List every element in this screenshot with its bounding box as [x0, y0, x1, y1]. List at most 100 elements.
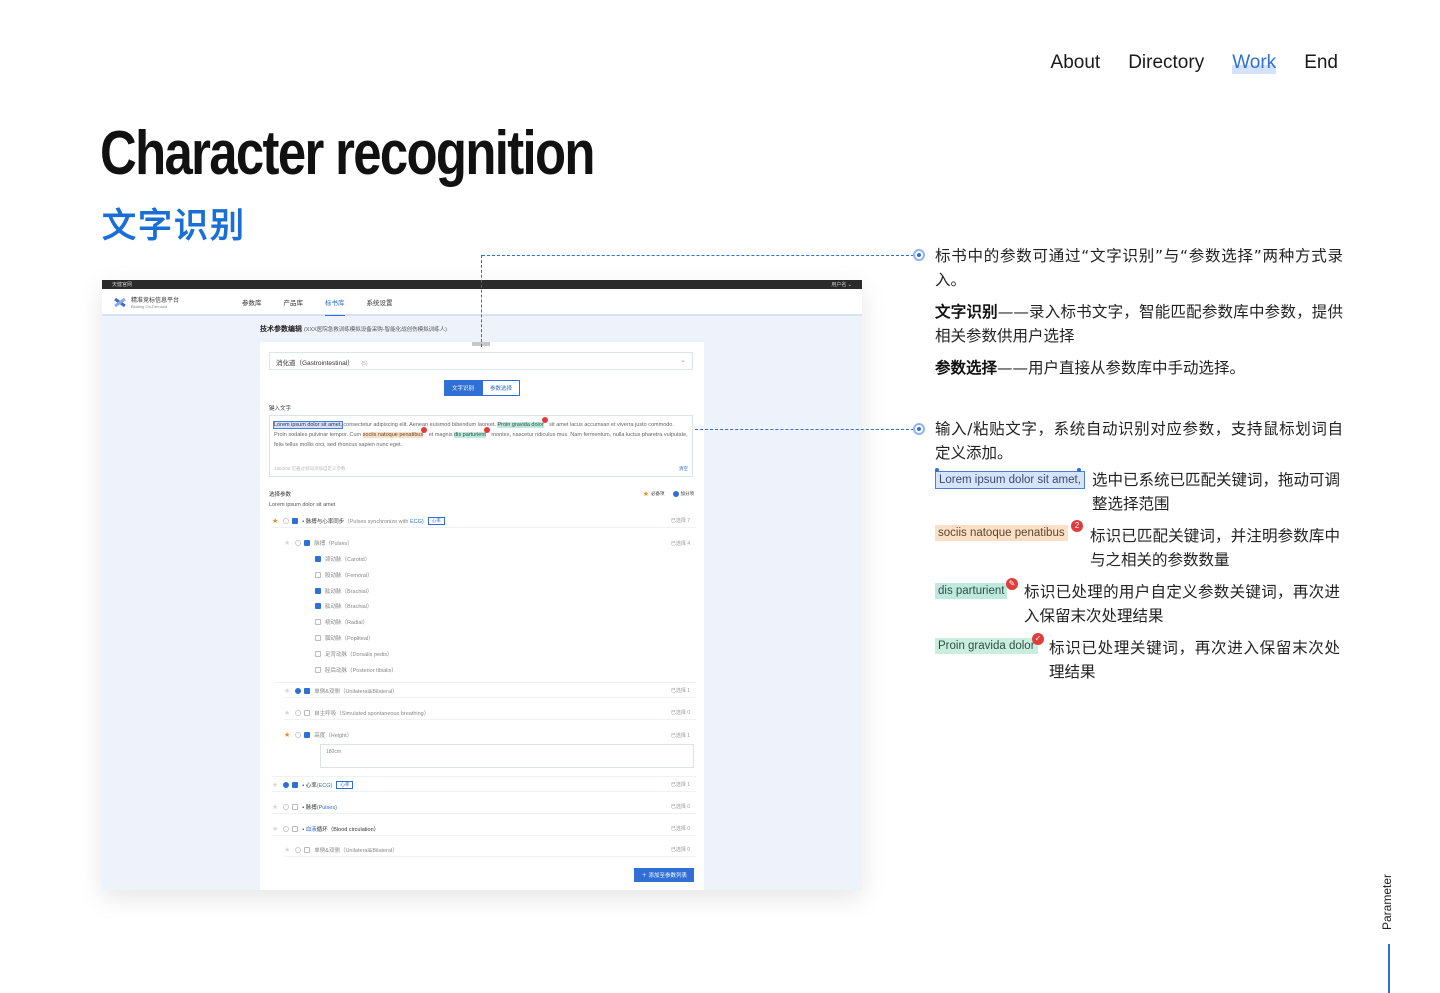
- page-subtitle: 文字识别: [102, 206, 246, 246]
- param-row[interactable]: ★ 单侧&双侧（Unilateral&Bilateral） 已选择 1: [284, 684, 696, 698]
- star-icon[interactable]: ★: [284, 687, 290, 695]
- star-icon[interactable]: ★: [272, 803, 278, 811]
- row-checkbox[interactable]: [304, 846, 311, 853]
- app-tab-products[interactable]: 产品库: [284, 288, 304, 316]
- row-checkbox[interactable]: [315, 619, 321, 625]
- row-checkbox[interactable]: [304, 732, 311, 738]
- bonus-radio[interactable]: [295, 709, 302, 716]
- tab-param-select[interactable]: 参数选择: [482, 380, 521, 396]
- param-row[interactable]: ★ • 心率(ECG) 心率 已选择 1: [272, 778, 696, 792]
- param-subrow[interactable]: 胫后动脉（Posterior tibialis）: [315, 663, 696, 677]
- star-icon[interactable]: ★: [284, 731, 290, 739]
- anchor-pin-icon: [913, 423, 925, 435]
- row-checkbox[interactable]: [315, 572, 321, 578]
- dot-icon: [672, 490, 679, 497]
- bonus-radio[interactable]: [295, 732, 302, 738]
- row-checkbox[interactable]: [304, 540, 311, 546]
- side-accent-line: [1388, 944, 1390, 993]
- bonus-radio[interactable]: [295, 540, 302, 546]
- check-badge-icon: [541, 417, 548, 423]
- bonus-radio[interactable]: [283, 781, 290, 788]
- app-tab-settings[interactable]: 系统设置: [367, 288, 393, 316]
- selection-handle-icon: [935, 468, 939, 472]
- row-checkbox[interactable]: [315, 651, 321, 657]
- row-checkbox[interactable]: [315, 556, 321, 562]
- param-row[interactable]: ★ • 血液循环（Blood circulation） 已选择 0: [272, 822, 696, 836]
- row-checkbox[interactable]: [315, 588, 321, 594]
- star-icon[interactable]: ★: [272, 825, 278, 833]
- selected-count: 已选择 0: [670, 847, 690, 853]
- app-tab-bids[interactable]: 标书库: [325, 288, 345, 316]
- star-icon[interactable]: ★: [272, 517, 278, 525]
- row-checkbox[interactable]: [292, 781, 299, 788]
- selected-keyword[interactable]: Lorem ipsum dolor sit amet,: [273, 421, 343, 429]
- app-mockup: 天健官网 用户名 ⌄ 精准竞标信息平台 Bidding On-Demand 参数…: [102, 280, 862, 890]
- check-icon: ✓: [1032, 633, 1044, 645]
- row-checkbox[interactable]: [292, 517, 299, 524]
- bonus-radio[interactable]: [283, 517, 290, 524]
- bonus-radio[interactable]: [295, 687, 302, 694]
- top-nav: About Directory Work End: [1051, 52, 1338, 74]
- param-subrow[interactable]: 肱动脉（Brachial）: [315, 584, 696, 598]
- star-icon[interactable]: ★: [284, 539, 290, 547]
- param-row[interactable]: ★ 脉搏（Pulses） 已选择 4: [284, 536, 696, 550]
- row-checkbox[interactable]: [304, 687, 311, 694]
- category-select[interactable]: 消化道（Gastrointestinal） (5) ⌄: [269, 352, 693, 370]
- param-row[interactable]: ★ 高度（Height） 已选择 1: [284, 728, 696, 742]
- param-subrow[interactable]: 足背动脉（Dorsalis pedis）: [315, 647, 696, 661]
- tab-text-recognition[interactable]: 文字识别: [444, 380, 483, 396]
- annotation-intro: 标书中的参数可通过“文字识别”与“参数选择”两种方式录入。: [935, 247, 1343, 289]
- bonus-radio[interactable]: [295, 846, 302, 853]
- clear-button[interactable]: 清空: [679, 464, 688, 474]
- row-checkbox[interactable]: [292, 825, 299, 832]
- param-subrow[interactable]: 肱动脉（Brachial）: [315, 599, 696, 613]
- annotation-input: 输入/粘贴文字，系统自动识别对应参数，支持鼠标划词自定义添加。: [935, 420, 1343, 462]
- bonus-radio[interactable]: [283, 825, 290, 832]
- row-tag: 心率: [336, 780, 354, 789]
- star-icon[interactable]: ★: [284, 709, 290, 717]
- nav-work[interactable]: Work: [1232, 52, 1277, 74]
- section-title: 技术参数编辑 (XXX医院急救训练模拟设备采购-智能化战创伤模拟训练人): [260, 326, 447, 333]
- row-checkbox[interactable]: [315, 667, 321, 673]
- param-subrow[interactable]: 腘动脉（Popliteal）: [315, 631, 696, 645]
- bonus-radio[interactable]: [283, 803, 290, 810]
- keyword-processed-desc: 标识已处理关键词，再次进入保留末次处理结果: [1049, 639, 1340, 681]
- star-icon[interactable]: ★: [284, 846, 290, 854]
- topbar-user[interactable]: 用户名 ⌄: [831, 281, 852, 288]
- connector-line: [695, 429, 914, 430]
- param-row[interactable]: ★ 自主呼吸（Simulated spontaneous breathing） …: [284, 706, 696, 720]
- param-row[interactable]: ★ • 脉搏(Pulses) 已选择 0: [272, 800, 696, 814]
- text-input-area[interactable]: Lorem ipsum dolor sit amet, consectetur …: [269, 415, 693, 477]
- processed-keyword[interactable]: Proin gravida dolor: [497, 422, 544, 428]
- nav-directory[interactable]: Directory: [1128, 52, 1204, 74]
- matched-keyword[interactable]: sociis natoque penatibus: [362, 432, 424, 438]
- height-input[interactable]: 180cm: [320, 744, 694, 768]
- topbar-site: 天健官网: [112, 282, 133, 288]
- nav-end[interactable]: End: [1304, 52, 1338, 74]
- param-subrow[interactable]: 桡动脉（Radial）: [315, 615, 696, 629]
- param-subrow[interactable]: 股动脉（Femoral）: [315, 568, 696, 582]
- keyword-processed-sample: Proin gravida dolor: [935, 638, 1038, 654]
- row-checkbox[interactable]: [304, 709, 311, 716]
- keyword-matched-sample: sociis natoque penatibus: [935, 525, 1068, 541]
- app-logo[interactable]: 精准竞标信息平台 Bidding On-Demand: [114, 295, 242, 309]
- selected-count: 已选择 7: [670, 518, 690, 524]
- chevron-down-icon: ⌄: [680, 357, 686, 364]
- keyword-selected-sample: Lorem ipsum dolor sit amet,: [935, 471, 1085, 489]
- row-checkbox[interactable]: [292, 803, 299, 810]
- keyword-selected-desc: 选中已系统已匹配关键词，拖动可调整选择范围: [1092, 471, 1341, 513]
- row-tag: 心率: [427, 516, 445, 525]
- selected-count: 已选择 4: [670, 540, 690, 547]
- nav-about[interactable]: About: [1051, 52, 1101, 74]
- custom-keyword[interactable]: dis parturient: [454, 432, 486, 438]
- param-row[interactable]: ★ 单侧&双侧（Unilateral&Bilateral） 已选择 0: [284, 843, 696, 857]
- app-nav: 参数库 产品库 标书库 系统设置: [242, 288, 393, 316]
- star-icon[interactable]: ★: [272, 781, 278, 789]
- add-to-list-button[interactable]: ＋ 添加至参数列表: [634, 868, 694, 882]
- param-row[interactable]: ★ • 脉搏与心率同步（Pulses synchronize with ECG)…: [272, 514, 696, 528]
- row-checkbox[interactable]: [315, 603, 321, 609]
- param-subrow[interactable]: 颈动脉（Carotid）: [315, 552, 696, 566]
- app-tab-params[interactable]: 参数库: [242, 288, 262, 316]
- row-checkbox[interactable]: [315, 635, 321, 641]
- selection-handle-icon: [1077, 468, 1081, 472]
